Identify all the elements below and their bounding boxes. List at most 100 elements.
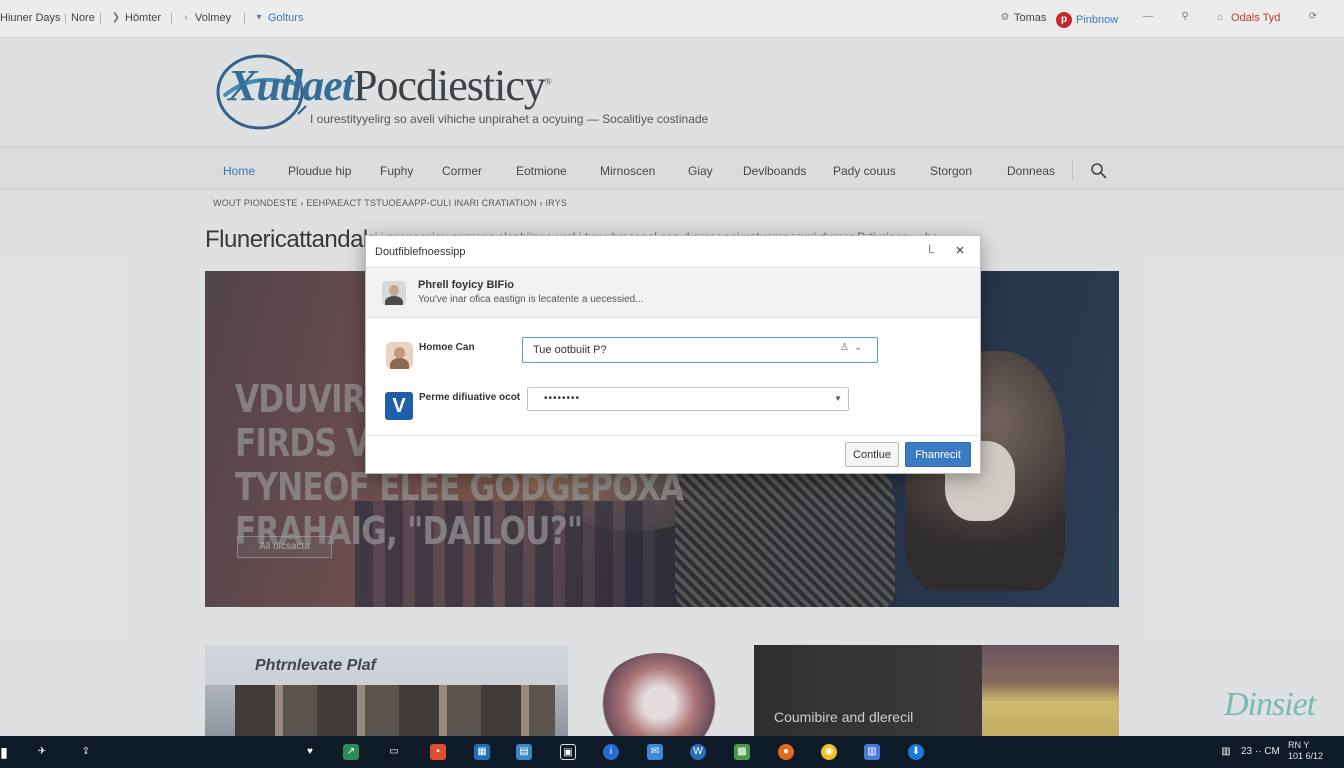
topbar-refresh-button[interactable]: ⟳ [1306, 12, 1320, 22]
name-input[interactable] [522, 337, 878, 363]
chart-icon[interactable]: ↗ [343, 744, 359, 760]
card-title: Coumibire and dlerecil [774, 709, 914, 725]
dialog-divider [366, 435, 980, 436]
nav-item-2[interactable]: Ploudue hip [288, 164, 351, 178]
pinterest-icon: p [1056, 12, 1072, 28]
dialog-account-info: Phrell foyicy BIFio You've inar ofica ea… [366, 268, 980, 318]
twitter-icon: ❯ [111, 12, 121, 23]
topbar-separator: | [170, 12, 173, 24]
home-icon: ⌂ [1216, 12, 1224, 23]
breadcrumb[interactable]: WOUT PIONDESTE › EEHPAEACT TSTUOEAAPP-CU… [213, 198, 567, 208]
site-tagline: I ourestityyelirg so aveli vihiche unpir… [310, 112, 709, 126]
topbar-minus-button[interactable]: — [1140, 12, 1156, 22]
search-icon[interactable] [1090, 162, 1108, 180]
chevron-left-icon: ‹ [184, 12, 188, 23]
card-image [235, 685, 555, 740]
trademark-mark: ® [544, 76, 552, 87]
start-icon[interactable]: ▮ [0, 744, 12, 760]
avatar-body [390, 358, 409, 369]
topbar-separator: | [243, 12, 246, 24]
topbar-separator: | [99, 12, 102, 24]
content-card[interactable]: Phtrnlevate Plaf [205, 645, 568, 740]
nav-item-5[interactable]: Eotmione [516, 164, 567, 178]
app-icon[interactable]: ▤ [516, 744, 532, 760]
user-icon[interactable]: ♙ [840, 342, 849, 353]
select-value: •••••••• [544, 393, 581, 404]
topbar-link-golturs[interactable]: ▾ Golturs [254, 12, 303, 24]
dialog-minimize-button[interactable]: L [928, 242, 935, 256]
nav-item-home[interactable]: Home [223, 164, 255, 178]
watermark-logo: Dinsiet [1224, 686, 1316, 723]
avatar [382, 281, 406, 305]
logo-word-1: Xutlaet [228, 61, 354, 110]
nav-item-3[interactable]: Fuphy [380, 164, 413, 178]
monitor-icon[interactable]: ▭ [386, 744, 402, 760]
chevron-down-icon[interactable]: ⌄ [854, 342, 862, 353]
nav-item-8[interactable]: Devlboands [743, 164, 806, 178]
topbar-link-label: Nore [71, 12, 95, 24]
nav-item-6[interactable]: Mirnoscen [600, 164, 655, 178]
wordpress-icon[interactable]: W [690, 744, 706, 760]
hero-cta-button[interactable]: All oicsacta [237, 536, 332, 558]
topbar-link-volmey[interactable]: ‹ Volmey [181, 12, 231, 24]
card-image [982, 645, 1119, 740]
taskbar: ▮ ✈ ⇪ ♥ ↗ ▭ ▪ ▦ ▤ ▣ i ✉ W ▩ ● ◉ ▥ ⬇ ▥ 23… [0, 736, 1344, 768]
card-title: Phtrnlevate Plaf [255, 657, 376, 674]
avatar-head [389, 285, 399, 296]
pin-icon[interactable]: ✈ [34, 744, 50, 760]
nav-item-9[interactable]: Pady couus [833, 164, 896, 178]
taskbar-date[interactable]: RN Y 101 6/12 [1288, 740, 1323, 762]
cancel-button[interactable]: Contlue [845, 442, 899, 467]
download-icon[interactable]: ⬇ [908, 744, 924, 760]
chevron-down-icon: ▼ [834, 394, 842, 403]
dialog-title: Doutfiblefnoessipp [375, 246, 466, 258]
user-icon: ⚲ [1181, 11, 1189, 22]
refresh-icon: ⟳ [1308, 11, 1318, 22]
content-card[interactable] [590, 645, 730, 740]
taskbar-clock[interactable]: 23 ·· CM [1241, 746, 1280, 757]
topbar-link-tomas[interactable]: ⚙ Tomas [1000, 12, 1047, 24]
document-icon[interactable]: ▥ [864, 744, 880, 760]
folder-icon[interactable]: ▪ [430, 744, 446, 760]
avatar [386, 342, 413, 369]
submit-button[interactable]: Fhanrecit [905, 442, 971, 467]
mail-icon[interactable]: ✉ [647, 744, 663, 760]
upload-icon[interactable]: ⇪ [78, 744, 94, 760]
topbar-link-twitter[interactable]: ❯ Hömter [111, 12, 161, 24]
topbar-link-nore[interactable]: Nore [71, 12, 95, 24]
topbar-link-pinbnow[interactable]: p Pinbnow [1056, 12, 1118, 28]
chrome-icon[interactable]: ◉ [821, 744, 837, 760]
topbar-link-odals[interactable]: ⌂ Odals Tyd [1213, 12, 1280, 24]
site-logo[interactable]: XutlaetPocdiesticy® [228, 60, 552, 111]
nav-item-4[interactable]: Cormer [442, 164, 482, 178]
nav-item-10[interactable]: Storgon [930, 164, 972, 178]
nav-item-11[interactable]: Donneas [1007, 164, 1055, 178]
account-message: You've inar ofica eastign is lecatente a… [418, 294, 644, 305]
topbar-link-label: Hömter [125, 12, 162, 24]
close-icon[interactable]: × [951, 242, 969, 260]
topbar-separator: | [64, 12, 67, 24]
image-icon[interactable]: ▩ [734, 744, 750, 760]
nav-item-7[interactable]: Giay [688, 164, 713, 178]
network-icon[interactable]: ▥ [1218, 744, 1234, 760]
bookmark-icon: ▾ [256, 12, 262, 23]
field-label: Perme difiuative ocot [419, 392, 521, 403]
firefox-icon[interactable]: ● [778, 744, 794, 760]
dialog-header: Doutfiblefnoessipp L × [366, 236, 980, 268]
dialog: Doutfiblefnoessipp L × Phrell foyicy BIF… [365, 235, 981, 474]
input-icons: ♙ ⌄ [840, 342, 862, 353]
topbar-link-label: Hiuner Days [0, 12, 61, 24]
brand-header [0, 38, 1344, 146]
window-icon[interactable]: ▣ [560, 744, 576, 760]
content-card[interactable]: Coumibire and dlerecil [754, 645, 1119, 740]
grid-icon[interactable]: ▦ [474, 744, 490, 760]
info-icon[interactable]: i [603, 744, 619, 760]
topbar-link-days[interactable]: Hiuner Days [0, 12, 61, 24]
top-utility-bar: Hiuner Days | Nore | ❯ Hömter | ‹ Volmey |… [0, 0, 1344, 38]
topbar-link-label: Golturs [268, 12, 304, 24]
card-image [598, 653, 720, 740]
topbar-user-button[interactable]: ⚲ [1178, 12, 1192, 22]
option-select[interactable]: •••••••• ▼ [527, 387, 849, 411]
verified-icon: V [385, 392, 413, 420]
heart-icon[interactable]: ♥ [302, 744, 318, 760]
